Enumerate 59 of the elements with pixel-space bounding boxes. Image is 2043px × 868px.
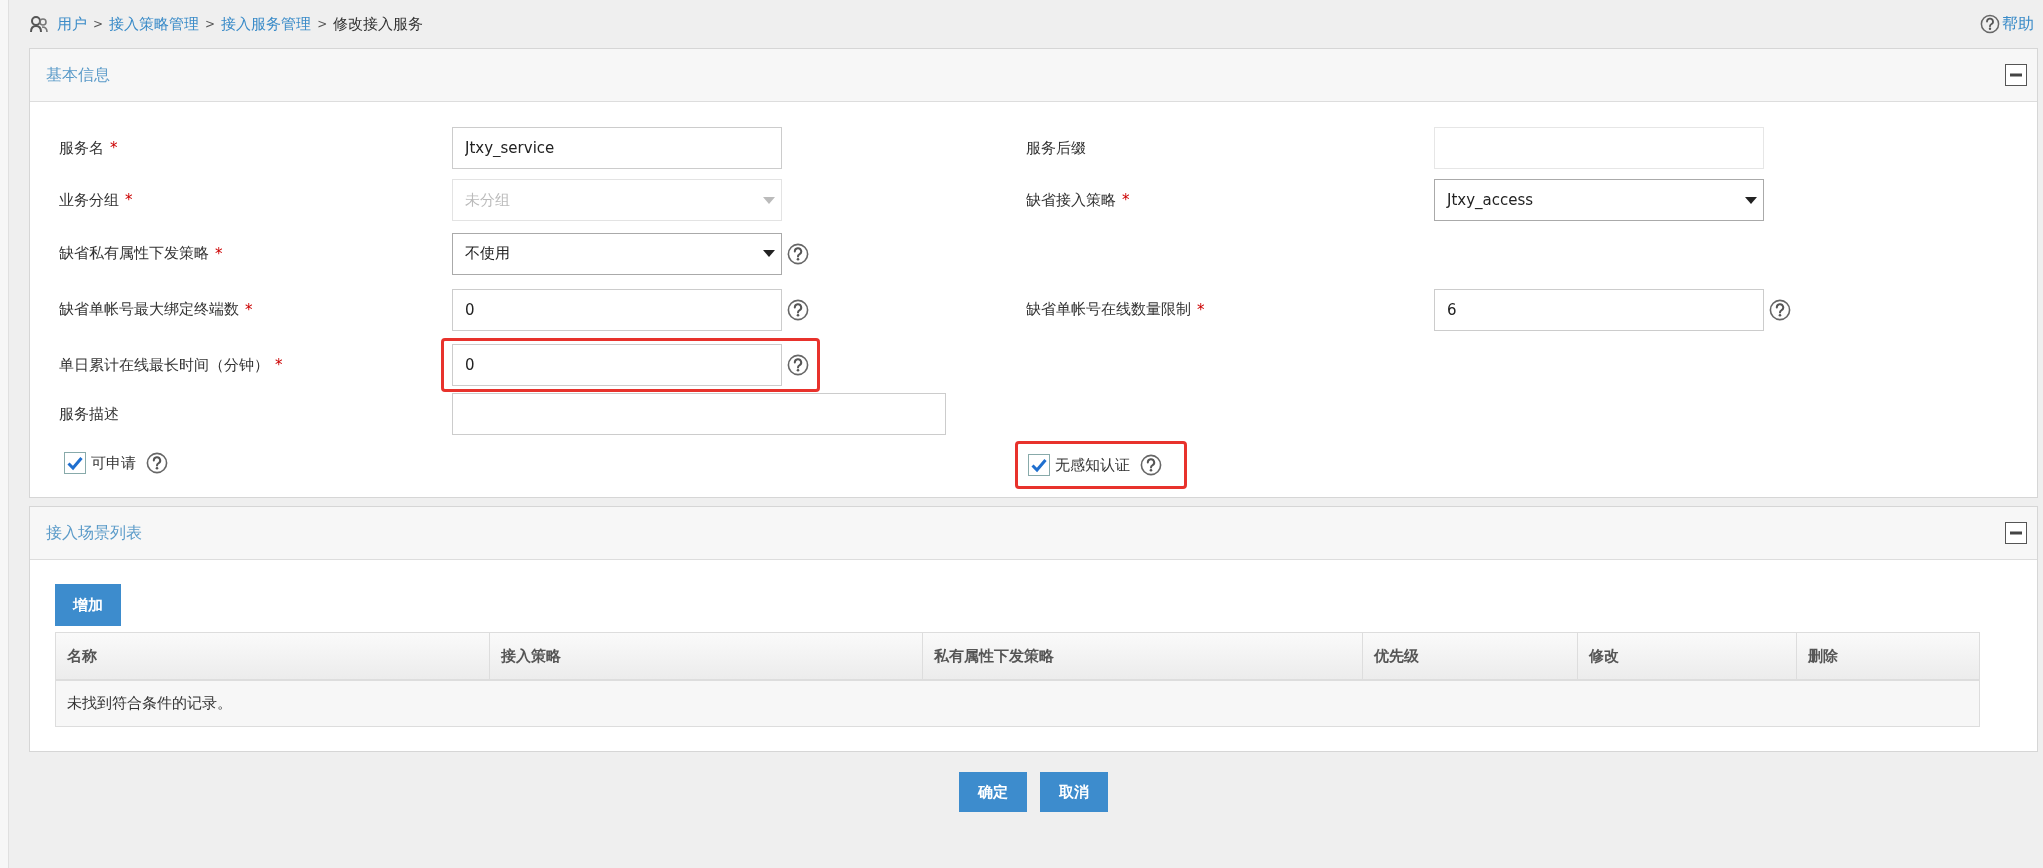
help-icon[interactable] bbox=[1769, 298, 1791, 321]
text-field[interactable] bbox=[1434, 127, 1764, 169]
dropdown[interactable]: Jtxy_access bbox=[1434, 179, 1764, 221]
required-asterisk: * bbox=[245, 300, 253, 319]
checkbox-label: 可申请 bbox=[91, 453, 136, 473]
breadcrumb-separator: > bbox=[317, 17, 328, 31]
add-button[interactable]: 增加 bbox=[55, 584, 121, 626]
field-label: 缺省单帐号最大绑定终端数 bbox=[59, 300, 239, 319]
text-field[interactable] bbox=[452, 393, 946, 435]
dropdown[interactable]: 不使用 bbox=[452, 232, 782, 275]
column-header[interactable]: 名称 bbox=[56, 633, 490, 679]
text-field[interactable]: 6 bbox=[1434, 288, 1764, 331]
required-asterisk: * bbox=[1122, 191, 1130, 209]
field-label: 缺省接入策略 bbox=[1026, 190, 1116, 210]
dropdown-caret-icon bbox=[763, 196, 775, 204]
field-label: 单日累计在线最长时间（分钟） bbox=[59, 355, 269, 375]
dropdown-caret-icon bbox=[763, 250, 775, 257]
breadcrumb-link[interactable]: 用户 bbox=[57, 14, 87, 34]
help-icon[interactable] bbox=[787, 242, 809, 265]
breadcrumb-current: 修改接入服务 bbox=[333, 14, 424, 34]
column-header[interactable]: 接入策略 bbox=[490, 633, 923, 679]
panel-title: 接入场景列表 bbox=[46, 522, 142, 544]
users-icon bbox=[29, 14, 49, 34]
text-field[interactable]: 0 bbox=[452, 344, 782, 386]
help-icon[interactable] bbox=[146, 452, 168, 474]
checkbox-label: 无感知认证 bbox=[1055, 455, 1130, 475]
form-button[interactable]: 确定 bbox=[959, 772, 1027, 812]
column-header[interactable]: 修改 bbox=[1578, 633, 1797, 679]
field-label: 业务分组 bbox=[59, 190, 119, 210]
field-label: 缺省单帐号在线数量限制 bbox=[1026, 300, 1191, 319]
field-label: 缺省私有属性下发策略 bbox=[59, 244, 209, 263]
help-icon[interactable] bbox=[1140, 454, 1162, 476]
breadcrumb-separator: > bbox=[93, 17, 104, 31]
column-header[interactable]: 删除 bbox=[1797, 633, 1979, 679]
dropdown: 未分组 bbox=[452, 179, 782, 221]
column-header[interactable]: 私有属性下发策略 bbox=[923, 633, 1363, 679]
required-asterisk: * bbox=[125, 191, 133, 209]
required-asterisk: * bbox=[275, 356, 283, 374]
field-label: 服务描述 bbox=[59, 404, 119, 424]
help-icon bbox=[1980, 14, 2000, 34]
panel-title: 基本信息 bbox=[46, 64, 110, 86]
form-button[interactable]: 取消 bbox=[1040, 772, 1108, 812]
dropdown-caret-icon bbox=[1745, 196, 1757, 204]
text-field[interactable]: Jtxy_service bbox=[452, 127, 782, 169]
field-label: 服务名 bbox=[59, 138, 104, 158]
checkbox[interactable] bbox=[64, 452, 86, 474]
empty-message: 未找到符合条件的记录。 bbox=[67, 694, 232, 713]
required-asterisk: * bbox=[215, 244, 223, 263]
help-icon[interactable] bbox=[787, 354, 809, 376]
text-field[interactable]: 0 bbox=[452, 288, 782, 331]
collapse-icon[interactable] bbox=[2005, 64, 2027, 86]
required-asterisk: * bbox=[110, 139, 118, 157]
help-icon[interactable] bbox=[787, 298, 809, 321]
field-label: 服务后缀 bbox=[1026, 138, 1086, 158]
collapse-icon[interactable] bbox=[2005, 522, 2027, 544]
column-header[interactable]: 优先级 bbox=[1363, 633, 1578, 679]
required-asterisk: * bbox=[1197, 300, 1205, 319]
checkbox[interactable] bbox=[1028, 454, 1050, 476]
breadcrumb-separator: > bbox=[205, 17, 216, 31]
